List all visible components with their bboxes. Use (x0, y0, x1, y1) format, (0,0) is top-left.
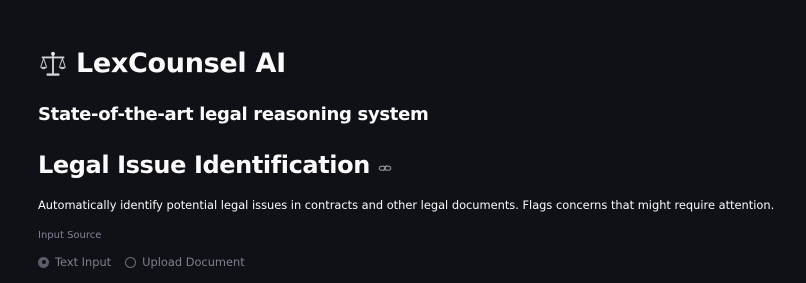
scales-icon (39, 51, 67, 76)
radio-button-checked[interactable] (38, 256, 49, 268)
link-icon[interactable] (378, 161, 392, 175)
radio-dot (41, 260, 46, 264)
app-page: LexCounsel AI State-of-the-art legal rea… (0, 0, 806, 283)
input-source-radio-group: Text Input Upload Document (38, 255, 245, 269)
app-title-text: LexCounsel AI (76, 48, 286, 79)
radio-button-unchecked[interactable] (125, 256, 137, 268)
section-description: Automatically identify potential legal i… (38, 198, 775, 212)
radio-label-text-input: Text Input (55, 255, 112, 269)
section-title: Legal Issue Identification (38, 151, 370, 179)
radio-option-text-input[interactable]: Text Input (38, 255, 111, 269)
app-subtitle: State-of-the-art legal reasoning system (38, 104, 429, 125)
app-title: LexCounsel AI (38, 48, 286, 79)
input-source-label: Input Source (38, 230, 102, 241)
section-header: Legal Issue Identification (38, 151, 392, 179)
radio-option-upload-document[interactable]: Upload Document (125, 255, 245, 269)
radio-label-upload-document: Upload Document (142, 255, 245, 269)
